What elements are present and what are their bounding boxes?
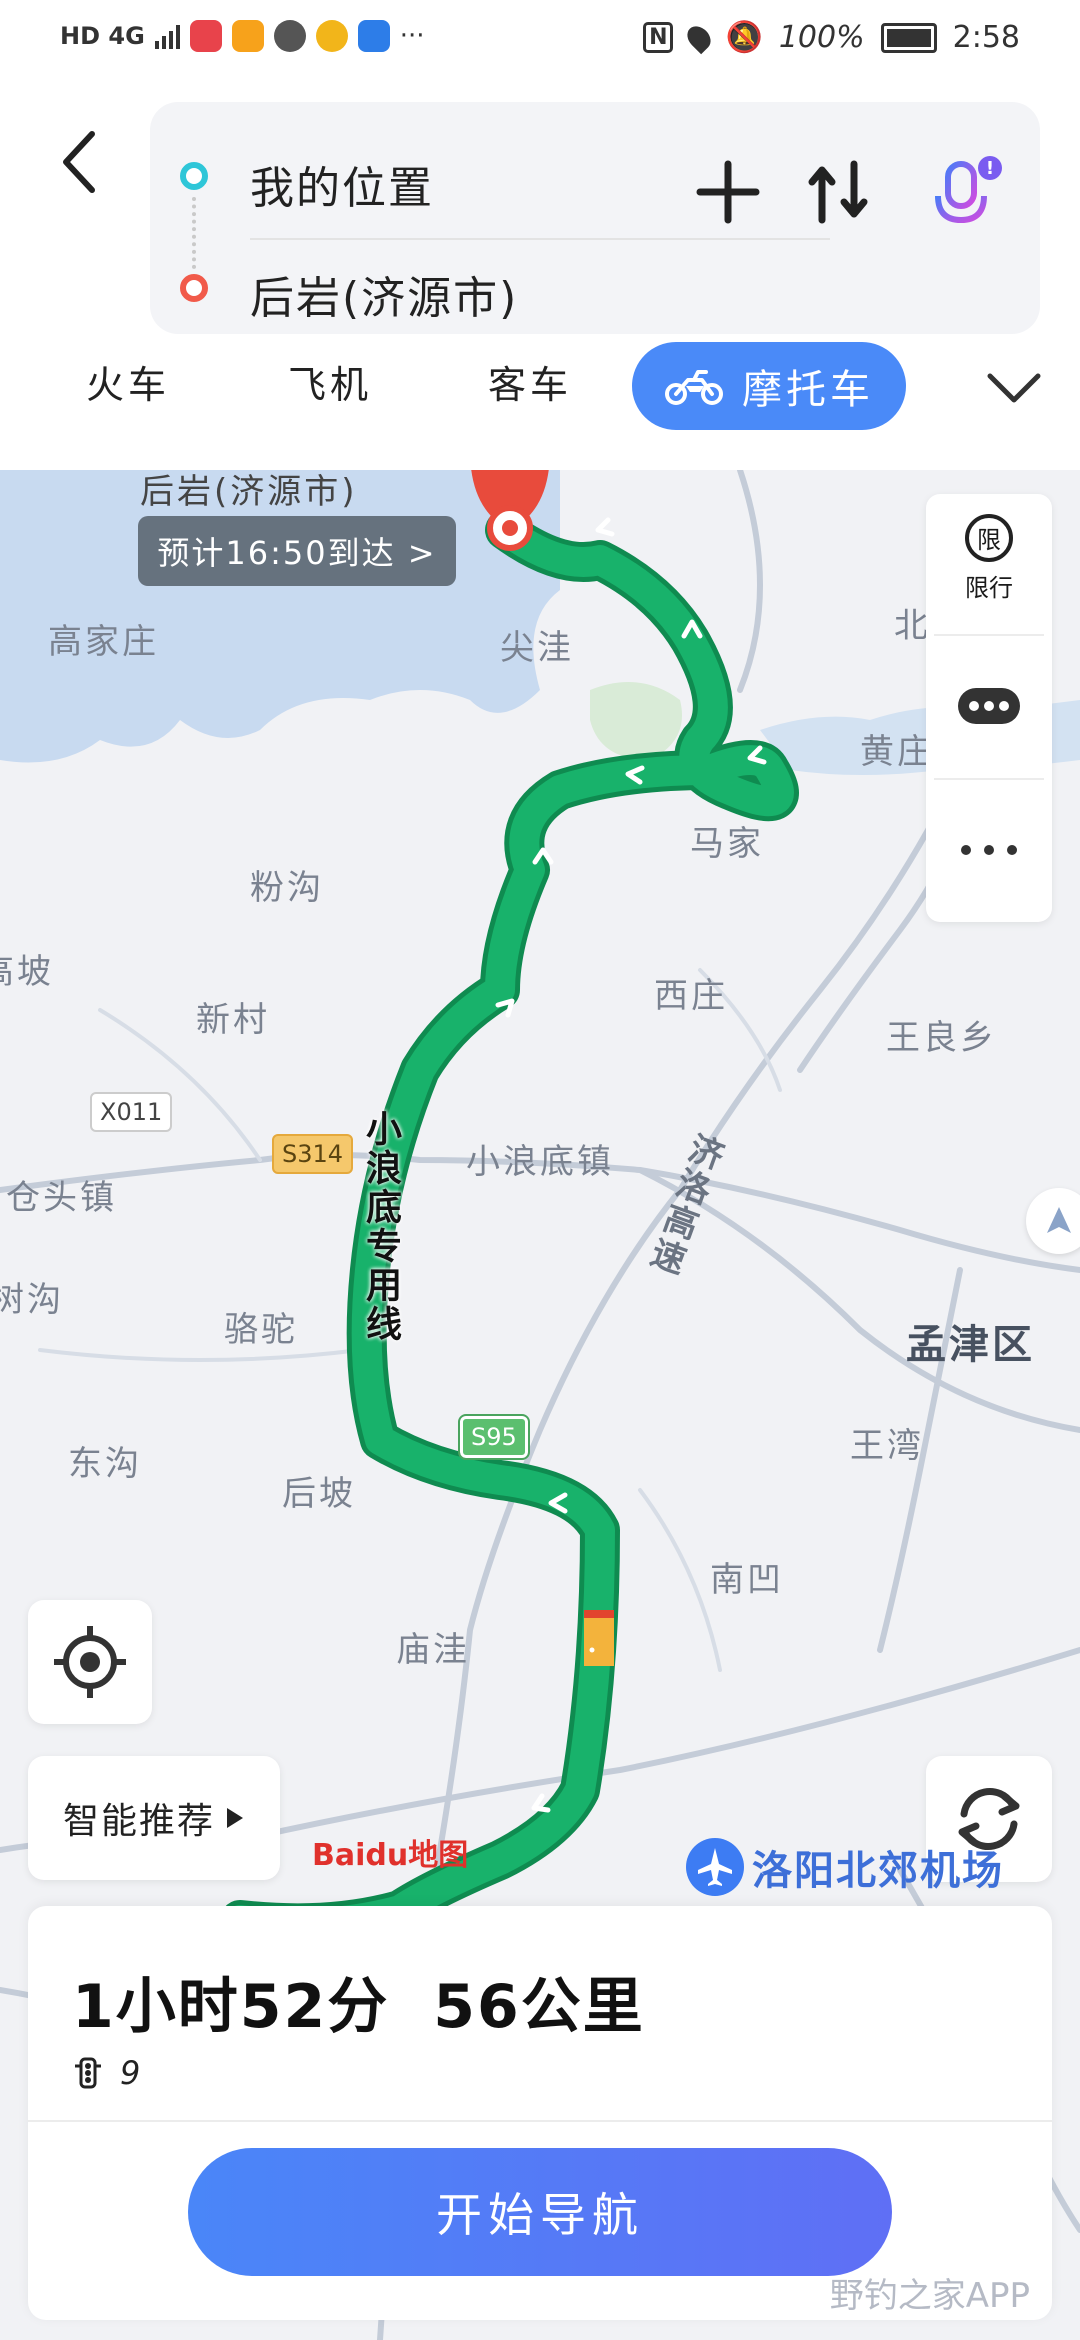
signal-icon — [154, 23, 180, 49]
chat-button[interactable] — [926, 636, 1052, 776]
place-label: 黄庄 — [860, 732, 934, 772]
start-point-icon — [180, 162, 208, 190]
transport-tabs: 火车 飞机 客车 摩托车 — [0, 342, 1080, 442]
traffic-restriction-button[interactable]: 限 限行 — [926, 508, 1052, 608]
triangle-right-icon — [227, 1808, 243, 1828]
place-label: 南凹 — [710, 1560, 784, 1600]
ball-app-icon — [273, 20, 306, 52]
baidu-map-logo: Baidu地图 — [312, 1838, 469, 1873]
bulb-app-icon — [357, 20, 390, 52]
destination-field[interactable]: 后岩(济源市) — [250, 262, 518, 326]
district-label: 孟津区 — [906, 1322, 1035, 1368]
place-label: 后坡 — [282, 1474, 356, 1514]
route-duration: 1小时52分 — [72, 1972, 390, 2042]
app-notification-icon — [189, 20, 222, 52]
tab-motorcycle[interactable]: 摩托车 — [632, 342, 906, 430]
road-shield-s314: S314 — [272, 1134, 354, 1174]
route-connector — [192, 197, 196, 269]
status-left: HD 4G ··· — [60, 20, 425, 52]
tab-motorcycle-label: 摩托车 — [742, 367, 874, 413]
message-bubble-icon — [958, 688, 1020, 724]
route-input-card: 我的位置 后岩(济源市) ! — [150, 102, 1040, 334]
airport-icon — [686, 1838, 744, 1896]
traffic-light-icon — [75, 2057, 101, 2089]
more-dots-icon — [961, 845, 1017, 855]
weibo-icon — [315, 20, 348, 52]
network-indicator: HD 4G — [60, 22, 145, 50]
place-label: 西庄 — [654, 976, 728, 1016]
battery-icon — [880, 22, 937, 53]
start-location-field[interactable]: 我的位置 — [250, 152, 434, 216]
place-label: 树沟 — [0, 1280, 64, 1320]
destination-map-label: 后岩(济源市) — [140, 472, 358, 512]
green-area — [590, 682, 682, 760]
smart-recommend-label: 智能推荐 — [62, 1801, 215, 1842]
traffic-lights-info: 9 — [72, 2054, 140, 2092]
swap-route-icon[interactable] — [800, 154, 876, 230]
traffic-light-count: 9 — [120, 2054, 141, 2092]
status-right: N 🔕 100% 2:58 — [643, 20, 1020, 55]
mute-icon: 🔕 — [725, 20, 763, 55]
tab-coach[interactable]: 客车 — [488, 354, 572, 409]
video-app-icon — [231, 20, 264, 52]
place-label: 骆驼 — [224, 1310, 298, 1350]
status-bar: HD 4G ··· N 🔕 100% 2:58 — [0, 0, 1080, 82]
tab-flight[interactable]: 飞机 — [288, 354, 372, 409]
motorcycle-icon — [665, 370, 723, 405]
place-label: 高坡 — [0, 952, 54, 992]
location-icon — [683, 21, 716, 54]
more-notifications: ··· — [399, 21, 425, 51]
place-label: 王良乡 — [886, 1018, 997, 1058]
road-shield-x011: X011 — [90, 1092, 173, 1132]
nfc-icon: N — [643, 22, 674, 53]
smart-recommend-button[interactable]: 智能推荐 — [28, 1756, 280, 1880]
restriction-icon: 限 — [965, 513, 1013, 562]
road-shield-s95: S95 — [458, 1414, 530, 1460]
traffic-congested-mark — [584, 1610, 614, 1618]
airport-label: 洛阳北郊机场 — [752, 1848, 1004, 1894]
route-distance: 56公里 — [433, 1972, 645, 2042]
add-waypoint-icon[interactable] — [690, 154, 766, 230]
place-label: 东沟 — [68, 1444, 142, 1484]
back-icon[interactable] — [50, 122, 110, 202]
map-control-panel: 限 限行 — [926, 494, 1052, 922]
route-header: 我的位置 后岩(济源市) ! 火车 飞机 客车 摩托车 — [0, 82, 1080, 470]
watermark: 野钓之家APP — [829, 2276, 1030, 2316]
traffic-slow-segment — [584, 1618, 614, 1666]
place-label: 小浪底镇 — [466, 1142, 614, 1182]
route-name-label: 小浪底专用线 — [360, 1110, 401, 1344]
place-label: 尖洼 — [500, 628, 574, 668]
crosshair-icon — [54, 1626, 126, 1698]
place-label: 新村 — [196, 1000, 270, 1040]
route-summary: 1小时52分 56公里 — [72, 1958, 645, 2045]
place-label: 仓头镇 — [6, 1178, 117, 1218]
locate-button[interactable] — [28, 1600, 152, 1724]
svg-text:!: ! — [986, 158, 994, 179]
chevron-down-icon[interactable] — [984, 362, 1044, 412]
route-summary-card: 1小时52分 56公里 9 开始导航 — [28, 1906, 1052, 2320]
tab-train[interactable]: 火车 — [86, 354, 170, 409]
more-options-button[interactable] — [926, 780, 1052, 920]
field-divider — [250, 238, 830, 240]
end-point-icon — [180, 274, 208, 302]
place-label: 王湾 — [850, 1426, 924, 1466]
start-navigation-button[interactable]: 开始导航 — [188, 2148, 892, 2276]
summary-divider — [28, 2120, 1052, 2122]
battery-percent: 100% — [778, 20, 865, 55]
restriction-label: 限行 — [965, 573, 1013, 602]
place-label: 高家庄 — [48, 622, 159, 662]
place-label: 马家 — [690, 824, 764, 864]
place-label: 庙洼 — [396, 1630, 470, 1670]
place-label: 粉沟 — [250, 868, 324, 908]
voice-input-icon[interactable]: ! — [920, 152, 1010, 242]
eta-badge[interactable]: 预计16:50到达 > — [138, 516, 456, 586]
clock: 2:58 — [952, 20, 1020, 55]
